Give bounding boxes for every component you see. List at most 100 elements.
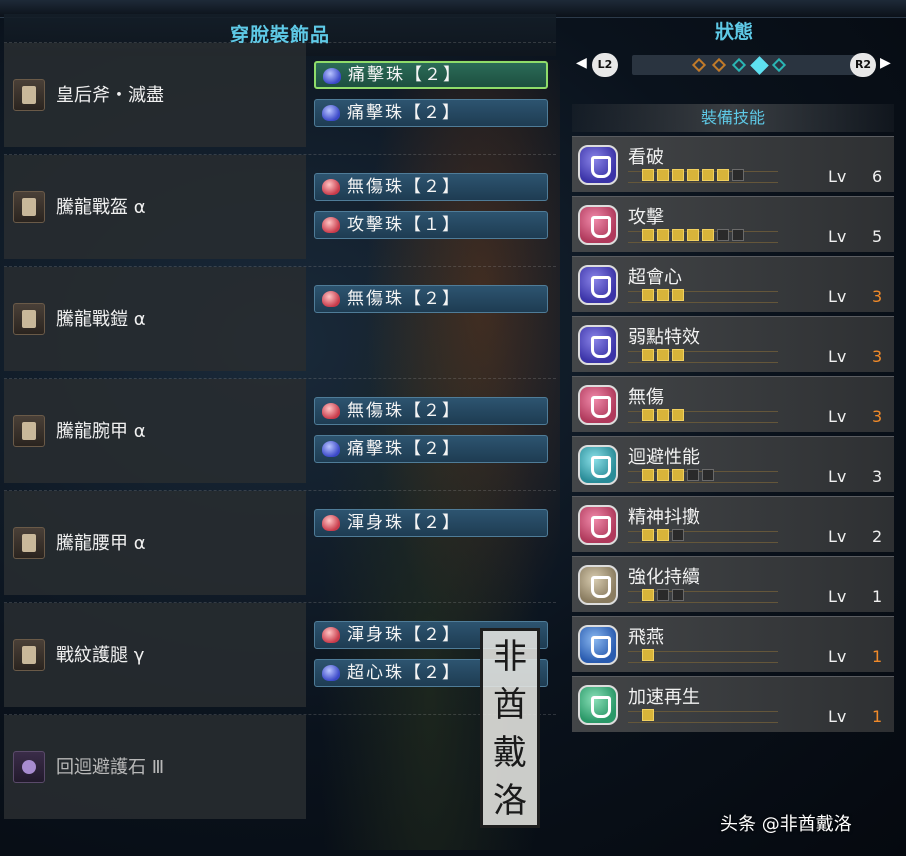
decoration-slot[interactable]: 攻擊珠【１】	[314, 211, 548, 239]
equipment-name-cell: 騰龍戰鎧 α	[4, 267, 306, 371]
tab-dot-5[interactable]	[771, 57, 787, 73]
watermark-stamp: 非 酋 戴 洛	[480, 628, 540, 828]
skill-pip	[717, 169, 729, 181]
skill-lv-label: Lv	[828, 587, 847, 606]
skill-row[interactable]: 加速再生 Lv 1	[572, 676, 894, 732]
watermark-char: 洛	[493, 781, 527, 821]
skill-level-value: 1	[872, 647, 883, 666]
equipment-row[interactable]: 騰龍腰甲 α 渾身珠【２】	[4, 490, 556, 595]
skill-pip	[642, 589, 654, 601]
skill-lv-label: Lv	[828, 647, 847, 666]
skill-level-pips	[642, 289, 687, 303]
skill-name: 弱點特效	[628, 327, 700, 348]
decoration-gem-icon	[322, 627, 340, 643]
r2-button[interactable]: R2	[850, 53, 876, 77]
decoration-gem-icon	[322, 105, 340, 121]
skill-pip	[657, 529, 669, 541]
skill-row[interactable]: 精神抖擻 Lv 2	[572, 496, 894, 552]
decoration-slot[interactable]: 無傷珠【２】	[314, 285, 548, 313]
decoration-label: 痛擊珠【２】	[347, 439, 461, 459]
skill-pip	[642, 229, 654, 241]
skill-level-pips	[642, 169, 747, 183]
skill-pip	[732, 229, 744, 241]
skill-level-pips	[642, 409, 687, 423]
skill-icon	[578, 265, 618, 305]
skill-lv-label: Lv	[828, 707, 847, 726]
skill-row[interactable]: 超會心 Lv 3	[572, 256, 894, 312]
skill-pip	[642, 169, 654, 181]
decoration-gem-icon	[322, 515, 340, 531]
tab-dot-1[interactable]	[691, 57, 707, 73]
tab-dot-3[interactable]	[731, 57, 747, 73]
arms-icon	[13, 415, 45, 447]
watermark-char: 戴	[493, 733, 527, 773]
equipment-row[interactable]: 皇后斧・滅盡 痛擊珠【２】 痛擊珠【２】	[4, 42, 556, 147]
skill-name: 飛燕	[628, 627, 664, 648]
skill-icon	[578, 445, 618, 485]
equipment-name: 騰龍腰甲 α	[56, 533, 146, 554]
skill-name: 看破	[628, 147, 664, 168]
equipment-name: 騰龍戰盔 α	[56, 197, 146, 218]
skill-level-pips	[642, 229, 747, 243]
skill-level-value: 3	[872, 407, 883, 426]
decoration-slot[interactable]: 渾身珠【２】	[314, 509, 548, 537]
equipment-row[interactable]: 回迴避護石 Ⅲ	[4, 714, 556, 819]
decoration-gem-icon	[322, 291, 340, 307]
decoration-gem-icon	[322, 665, 340, 681]
skill-level-pips	[642, 349, 687, 363]
skill-pip	[672, 589, 684, 601]
tab-dot-4-active[interactable]	[750, 56, 769, 75]
tab-dot-2[interactable]	[711, 57, 727, 73]
l2-button[interactable]: L2	[592, 53, 618, 77]
status-tabs: ◀ L2 R2 ▶	[576, 52, 894, 80]
decoration-slot[interactable]: 無傷珠【２】	[314, 397, 548, 425]
decoration-gem-icon	[322, 217, 340, 233]
status-panel-title: 狀態	[714, 21, 753, 43]
decoration-panel: 穿脫裝飾品 皇后斧・滅盡 痛擊珠【２】 痛擊珠【２】 騰龍戰盔 α 無傷珠【２】 攻擊珠【…	[4, 14, 556, 854]
skill-row[interactable]: 無傷 Lv 3	[572, 376, 894, 432]
skill-pip	[687, 169, 699, 181]
skill-pip	[642, 409, 654, 421]
credit-text: 头条 @非酋戴洛	[720, 814, 852, 835]
skill-row[interactable]: 看破 Lv 6	[572, 136, 894, 192]
helm-icon	[13, 191, 45, 223]
equipped-skills-title: 裝備技能	[572, 104, 894, 132]
equipment-row[interactable]: 騰龍戰鎧 α 無傷珠【２】	[4, 266, 556, 371]
skill-row[interactable]: 弱點特效 Lv 3	[572, 316, 894, 372]
skill-row[interactable]: 飛燕 Lv 1	[572, 616, 894, 672]
skill-lv-label: Lv	[828, 467, 847, 486]
skill-level-value: 5	[872, 227, 883, 246]
skill-pip	[642, 649, 654, 661]
skill-row[interactable]: 攻擊 Lv 5	[572, 196, 894, 252]
equipment-name: 回迴避護石 Ⅲ	[56, 757, 165, 778]
decoration-slot[interactable]: 痛擊珠【２】	[314, 61, 548, 89]
weapon-icon	[13, 79, 45, 111]
skill-icon	[578, 385, 618, 425]
skill-name: 攻擊	[628, 207, 664, 228]
decoration-slot[interactable]: 痛擊珠【２】	[314, 435, 548, 463]
equipment-row[interactable]: 騰龍腕甲 α 無傷珠【２】 痛擊珠【２】	[4, 378, 556, 483]
skill-pip	[657, 229, 669, 241]
right-arrow-icon[interactable]: ▶	[880, 55, 891, 71]
decoration-slot[interactable]: 痛擊珠【２】	[314, 99, 548, 127]
skill-pip	[642, 349, 654, 361]
skill-row[interactable]: 迴避性能 Lv 3	[572, 436, 894, 492]
watermark-char: 非	[493, 637, 527, 677]
decoration-label: 無傷珠【２】	[347, 401, 461, 421]
skill-icon	[578, 625, 618, 665]
skill-pip	[642, 709, 654, 721]
skill-icon	[578, 325, 618, 365]
left-arrow-icon[interactable]: ◀	[576, 55, 587, 71]
decoration-gem-icon	[323, 68, 341, 84]
decoration-slot[interactable]: 無傷珠【２】	[314, 173, 548, 201]
skill-pip	[657, 469, 669, 481]
skill-pip	[672, 529, 684, 541]
skill-level-value: 3	[872, 287, 883, 306]
equipment-row[interactable]: 騰龍戰盔 α 無傷珠【２】 攻擊珠【１】	[4, 154, 556, 259]
skill-row[interactable]: 強化持續 Lv 1	[572, 556, 894, 612]
skill-pip	[687, 229, 699, 241]
equipment-row[interactable]: 戰紋護腿 γ 渾身珠【２】 超心珠【２】	[4, 602, 556, 707]
equipment-name-cell: 騰龍腰甲 α	[4, 491, 306, 595]
skill-level-pips	[642, 469, 717, 483]
skill-pip	[687, 469, 699, 481]
